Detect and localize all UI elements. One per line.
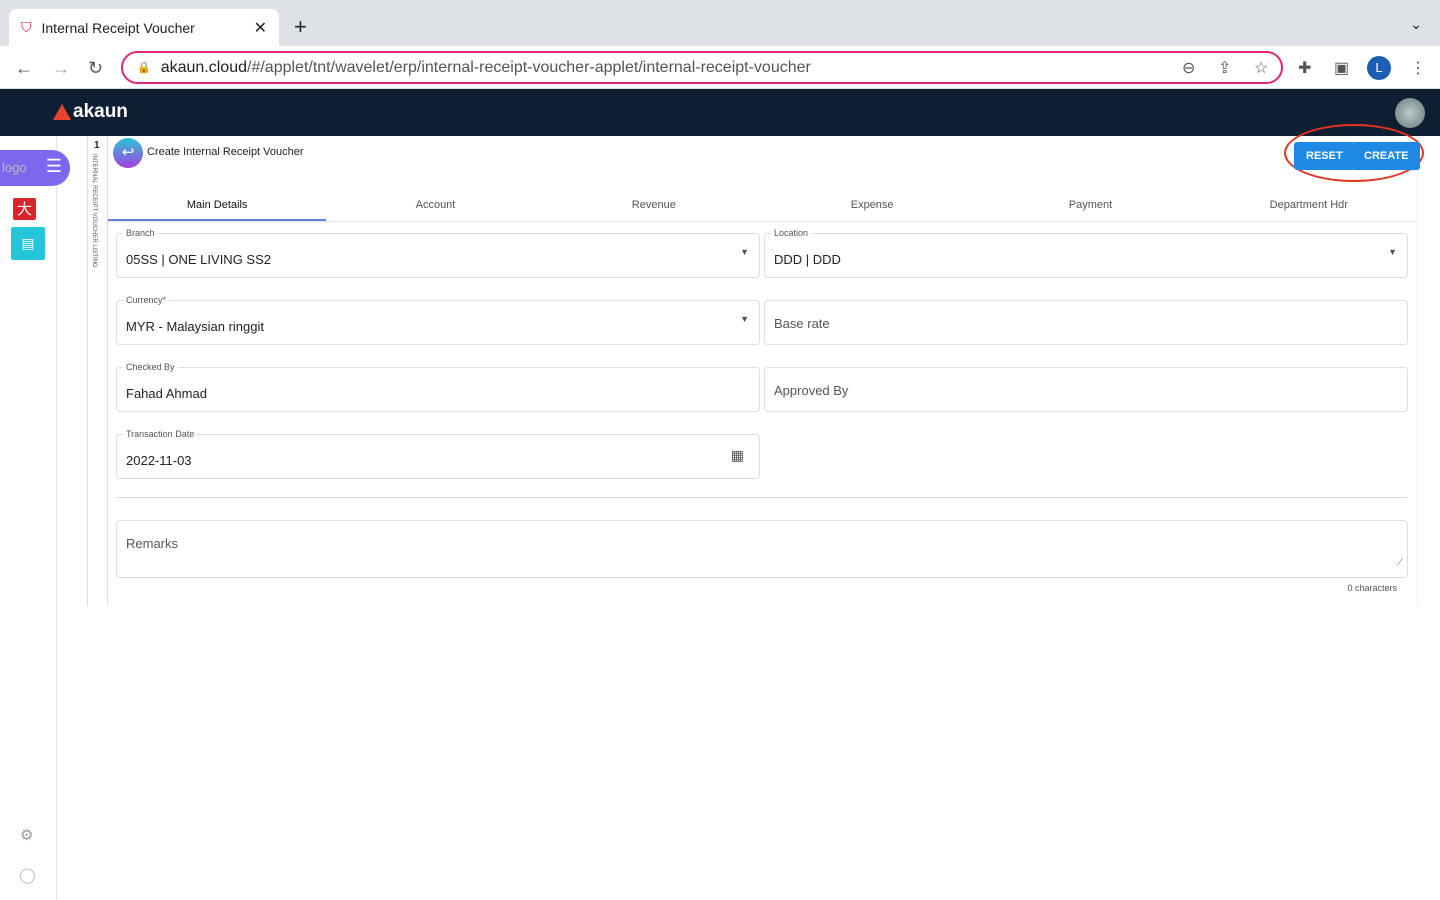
location-select[interactable]: Location DDD | DDD ▼ [764, 228, 1408, 278]
sidebar-toggle[interactable]: logo ☰ [0, 150, 70, 186]
sidebar: logo ☰ 大 ▤ ⚙ ◯ [0, 136, 70, 900]
user-avatar[interactable] [1395, 98, 1425, 128]
browser-tab-bar: ⛉ Internal Receipt Voucher ✕ + ⌄ [0, 0, 1440, 46]
tab-expense[interactable]: Expense [763, 188, 981, 221]
checked-by-label: Checked By [123, 362, 178, 372]
brand-logo[interactable]: akaun [53, 101, 128, 123]
dropdown-arrow-icon: ▼ [740, 247, 749, 257]
tab-account[interactable]: Account [326, 188, 544, 221]
character-counter: 0 characters [1347, 583, 1397, 593]
branch-value: 05SS | ONE LIVING SS2 [126, 252, 271, 267]
currency-select[interactable]: Currency* MYR - Malaysian ringgit ▼ [116, 295, 760, 345]
transaction-date-input[interactable]: Transaction Date 2022-11-03 ▦ [116, 429, 760, 479]
dropdown-arrow-icon: ▼ [1388, 247, 1397, 257]
listing-strip[interactable]: 1 INTERNAL RECEIPT VOUCHER LISTING [87, 136, 108, 606]
logo-icon [53, 104, 71, 120]
logo-image: logo [2, 160, 27, 175]
transaction-date-label: Transaction Date [123, 429, 198, 439]
location-label: Location [771, 228, 812, 238]
tab-revenue[interactable]: Revenue [545, 188, 763, 221]
app-header: akaun [0, 89, 1440, 136]
brand-name: akaun [73, 101, 128, 122]
resize-handle-icon[interactable]: ⟋ [1397, 557, 1403, 568]
address-bar: ← → ↻ 🔒 akaun.cloud/#/applet/tnt/wavelet/… [0, 46, 1440, 89]
remarks-textarea[interactable]: Remarks ⟋ [116, 520, 1408, 578]
lock-icon: 🔒 [137, 62, 151, 74]
url-path: /#/applet/tnt/wavelet/erp/internal-recei… [247, 58, 811, 76]
approved-by-input[interactable]: Approved By [764, 367, 1408, 412]
location-value: DDD | DDD [774, 252, 841, 267]
close-tab-icon[interactable]: ✕ [254, 18, 267, 38]
share-icon[interactable]: ⇪ [1218, 58, 1231, 78]
menu-icon[interactable]: ⋮ [1410, 58, 1426, 78]
list-icon[interactable]: ▤ [11, 227, 45, 260]
applet-icon[interactable]: 大 [13, 198, 36, 220]
back-button[interactable]: ↩ [113, 138, 143, 168]
reset-button[interactable]: RESET [1294, 142, 1355, 170]
branch-label: Branch [123, 228, 158, 238]
dropdown-arrow-icon: ▼ [740, 314, 749, 324]
tab-title: Internal Receipt Voucher [41, 19, 195, 36]
zoom-icon[interactable]: ⊖ [1182, 58, 1195, 78]
star-icon[interactable]: ☆ [1254, 58, 1268, 78]
angular-icon: ⛉ [21, 19, 32, 35]
divider [116, 497, 1407, 498]
approved-by-placeholder: Approved By [774, 383, 849, 398]
reload-icon[interactable]: ↻ [88, 58, 103, 79]
url-host: akaun.cloud [160, 58, 247, 76]
tab-payment[interactable]: Payment [981, 188, 1199, 221]
back-icon[interactable]: ← [15, 58, 33, 79]
transaction-date-value: 2022-11-03 [126, 453, 192, 468]
tab-bar: Main Details Account Revenue Expense Pay… [108, 188, 1418, 222]
branch-select[interactable]: Branch 05SS | ONE LIVING SS2 ▼ [116, 228, 760, 278]
base-rate-placeholder: Base rate [774, 316, 830, 331]
checked-by-input[interactable]: Checked By Fahad Ahmad [116, 362, 760, 412]
remarks-placeholder: Remarks [126, 536, 179, 551]
extensions-icon[interactable]: ✚ [1298, 58, 1311, 78]
menu-collapse-icon[interactable]: ☰ [46, 156, 62, 177]
currency-value: MYR - Malaysian ringgit [126, 319, 264, 334]
forward-icon[interactable]: → [52, 58, 70, 79]
user-icon[interactable]: ◯ [19, 866, 36, 884]
tab-main-details[interactable]: Main Details [108, 188, 327, 221]
strip-label: INTERNAL RECEIPT VOUCHER LISTING [91, 154, 97, 268]
create-button[interactable]: CREATE [1352, 142, 1421, 170]
settings-icon[interactable]: ⚙ [20, 826, 33, 844]
tab-department-hdr[interactable]: Department Hdr [1200, 188, 1418, 221]
calendar-icon[interactable]: ▦ [731, 447, 744, 464]
base-rate-input[interactable]: Base rate [764, 300, 1408, 345]
chevron-down-icon[interactable]: ⌄ [1410, 16, 1422, 33]
currency-label: Currency* [123, 295, 170, 305]
url-input[interactable]: 🔒 akaun.cloud/#/applet/tnt/wavelet/erp/in… [121, 51, 1283, 84]
browser-tab[interactable]: ⛉ Internal Receipt Voucher ✕ [9, 9, 279, 46]
strip-number: 1 [94, 140, 100, 151]
checked-by-value: Fahad Ahmad [126, 386, 207, 401]
sidepanel-icon[interactable]: ▣ [1334, 58, 1349, 78]
page-title: Create Internal Receipt Voucher [147, 146, 304, 158]
profile-avatar[interactable]: L [1367, 56, 1391, 80]
main-panel: ↩ Create Internal Receipt Voucher RESET … [108, 124, 1424, 606]
new-tab-icon[interactable]: + [294, 14, 307, 40]
